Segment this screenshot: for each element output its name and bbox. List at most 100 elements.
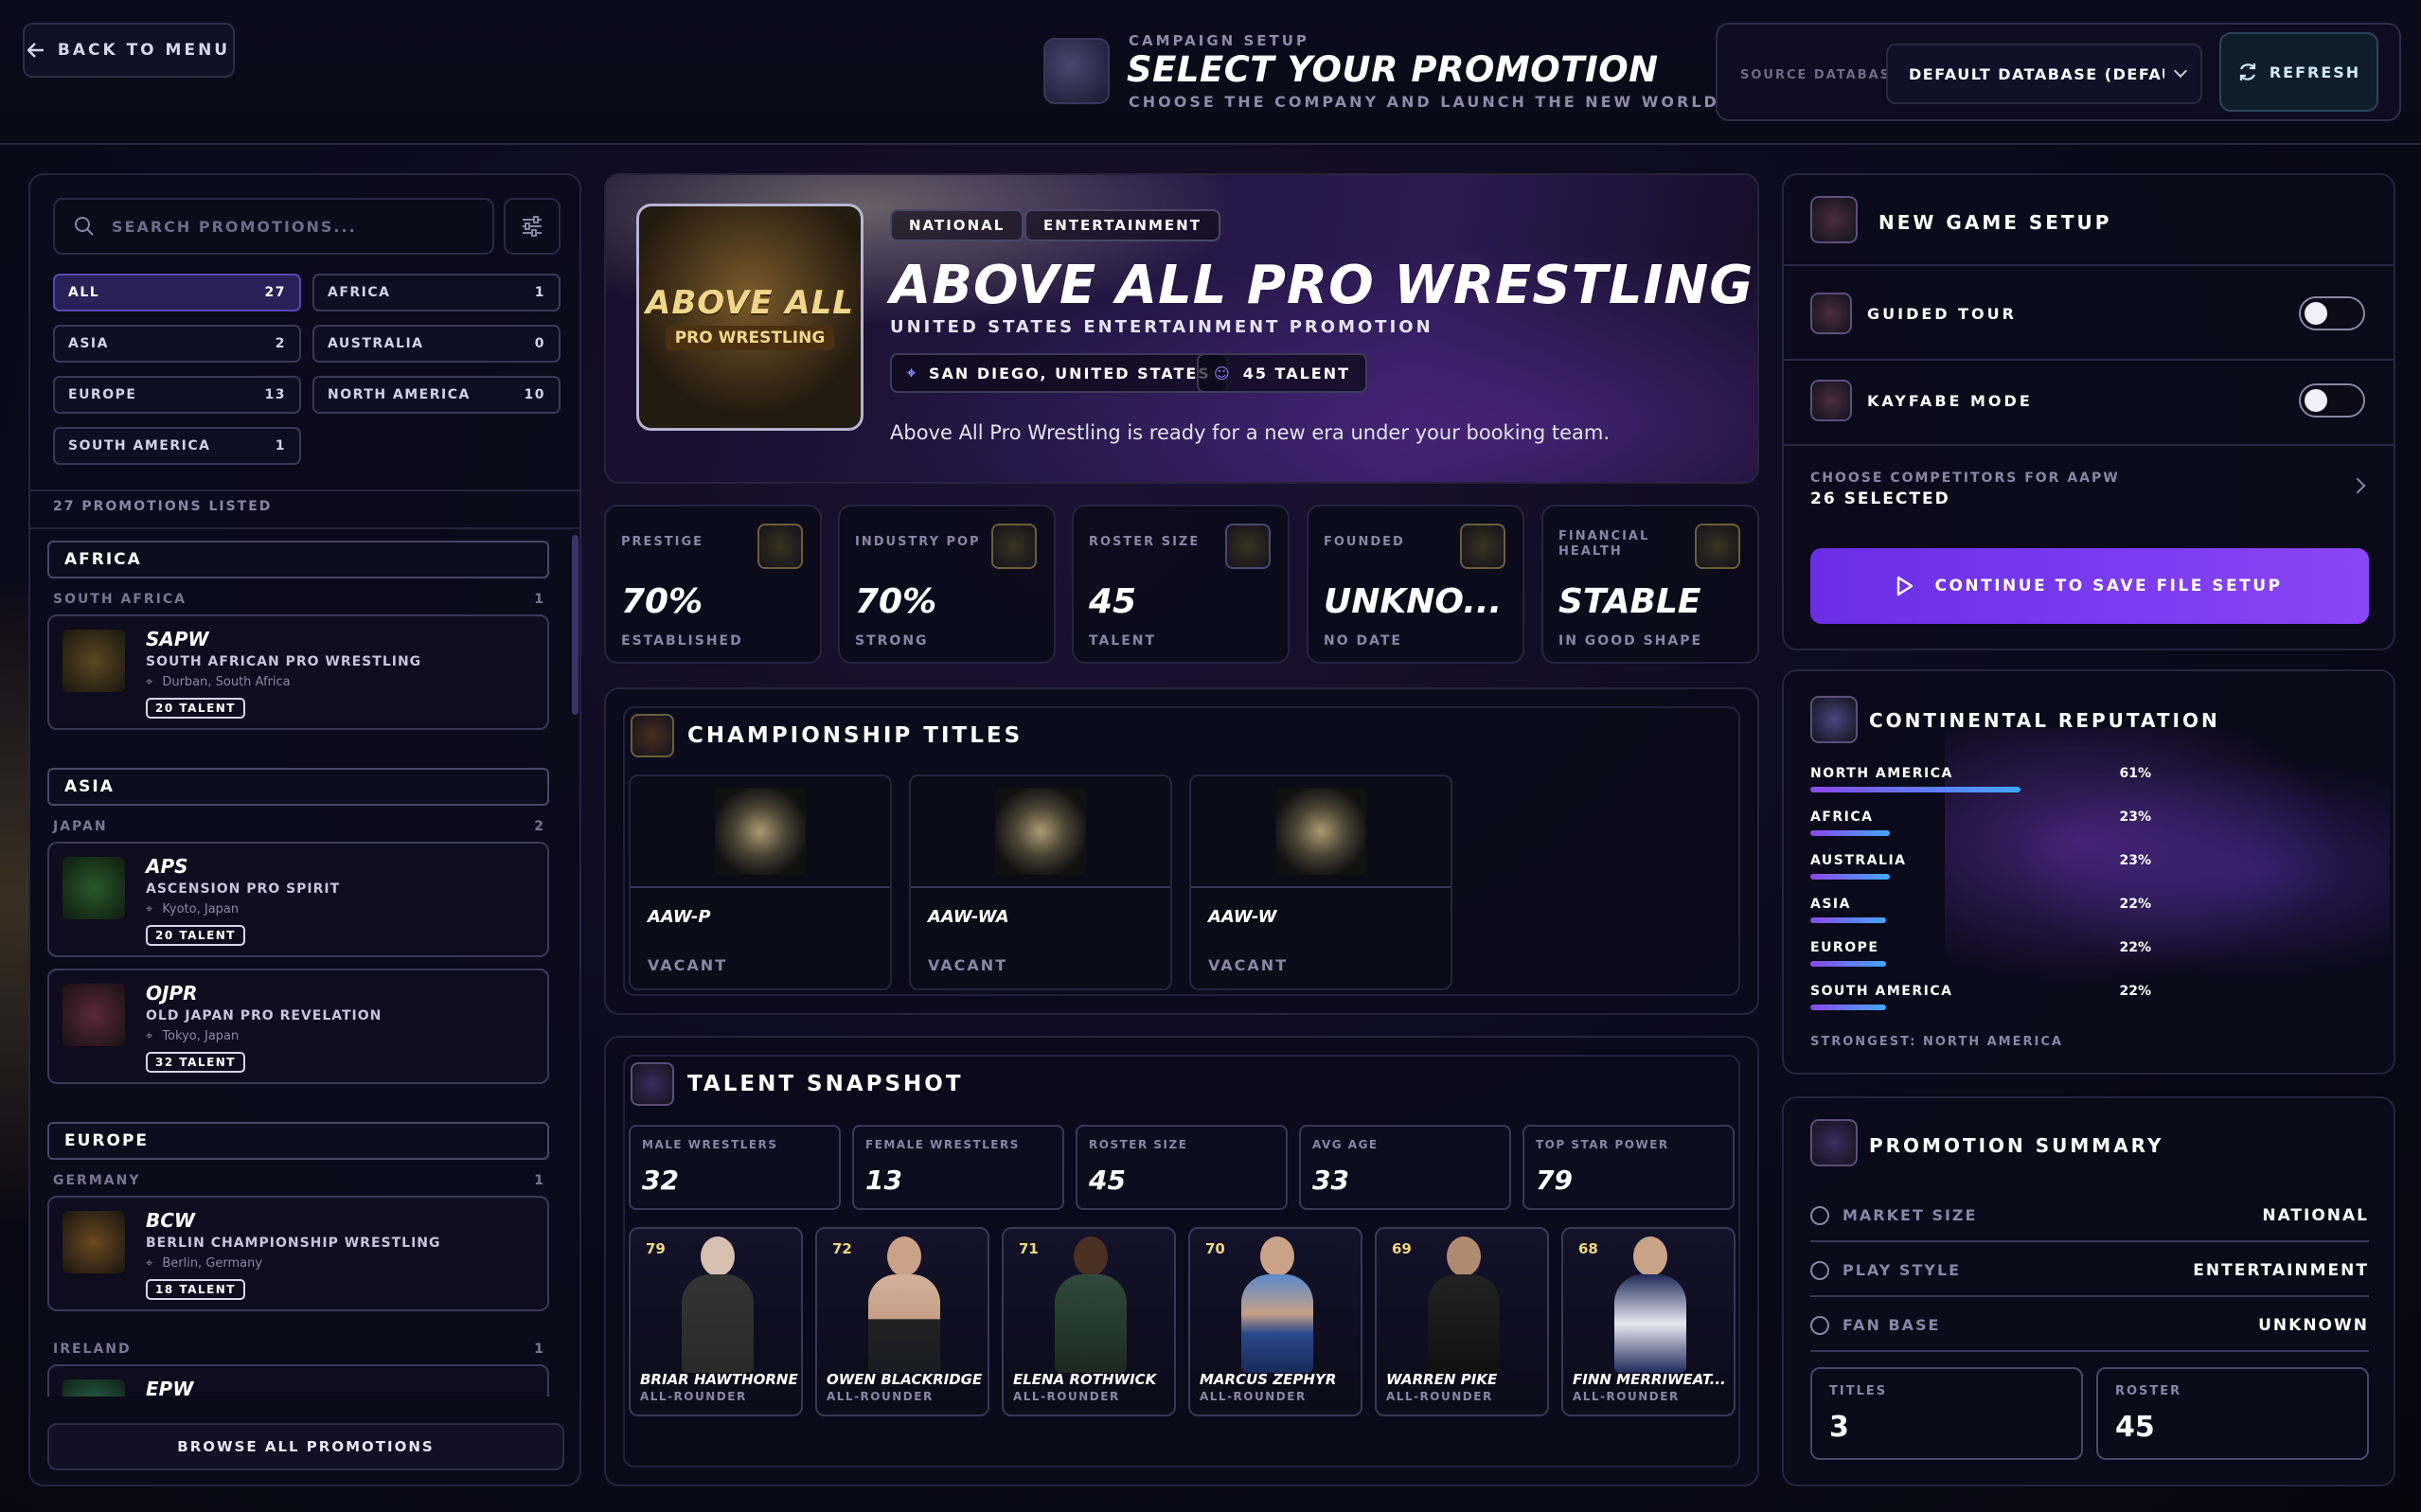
- competitors-value: 26 SELECTED: [1810, 489, 1950, 508]
- wrestler-role: ALL-ROUNDER: [1200, 1390, 1307, 1403]
- promotion-card-ojpr[interactable]: OJPR OLD JAPAN PRO REVELATION ⌖ Tokyo, Ja…: [47, 969, 549, 1084]
- kayfabe-mode-label: KAYFABE MODE: [1867, 392, 2033, 410]
- region-header-asia: ASIA: [47, 768, 549, 806]
- wrestler-name: FINN MERRIWEAT...: [1573, 1371, 1726, 1388]
- filter-chip-south-america[interactable]: SOUTH AMERICA 1: [53, 427, 301, 465]
- target-icon: [1810, 1261, 1829, 1280]
- chevron-right-icon: [2349, 477, 2366, 494]
- country-row: GERMANY 1: [53, 1173, 545, 1188]
- filter-settings-button[interactable]: [504, 198, 561, 255]
- wrestler-rating: 68: [1578, 1240, 1598, 1257]
- background-light-streak: [0, 568, 28, 1231]
- wrestler-role: ALL-ROUNDER: [1013, 1390, 1120, 1403]
- belt-code: AAW-WA: [928, 907, 1009, 927]
- promotion-hero: ABOVE ALL PRO WRESTLING NATIONAL ENTERTA…: [604, 173, 1759, 484]
- talent-stat-value: 32: [642, 1165, 679, 1196]
- wrestler-card[interactable]: 79 BRIAR HAWTHORNE ALL-ROUNDER: [629, 1227, 803, 1416]
- filter-chip-all[interactable]: ALL 27: [53, 274, 301, 311]
- promotion-card-aps[interactable]: APS ASCENSION PRO SPIRIT ⌖ Kyoto, Japan 2…: [47, 842, 549, 957]
- summary-roster-box: ROSTER 45: [2096, 1367, 2369, 1460]
- page-title: SELECT YOUR PROMOTION: [1127, 49, 1659, 90]
- talent-stat-value: 13: [865, 1165, 902, 1196]
- wrestler-card[interactable]: 72 OWEN BLACKRIDGE ALL-ROUNDER: [815, 1227, 989, 1416]
- browse-all-promotions-button[interactable]: BROWSE ALL PROMOTIONS: [47, 1423, 564, 1470]
- talent-stat-female: FEMALE WRESTLERS 13: [852, 1125, 1064, 1210]
- promotion-card-sapw[interactable]: SAPW SOUTH AFRICAN PRO WRESTLING ⌖ Durban…: [47, 614, 549, 730]
- promotion-list: AFRICA SOUTH AFRICA 1 SAPW SOUTH AFRICAN …: [30, 525, 579, 1396]
- country-row: IRELAND 1: [53, 1342, 545, 1357]
- promotion-card-epw[interactable]: EPW: [47, 1364, 549, 1396]
- guided-tour-label: GUIDED TOUR: [1867, 305, 2017, 323]
- continue-label: CONTINUE TO SAVE FILE SETUP: [1934, 577, 2283, 596]
- stat-sub: STRONG: [855, 633, 929, 649]
- country-name: IRELAND: [53, 1342, 132, 1357]
- location-pin-icon: ⌖: [907, 364, 918, 382]
- chip-count: 1: [275, 438, 286, 454]
- summary-titles-box: TITLES 3: [1810, 1367, 2083, 1460]
- location-pill: ⌖ SAN DIEGO, UNITED STATES: [890, 353, 1228, 393]
- header-kicker: CAMPAIGN SETUP: [1129, 32, 1309, 49]
- talent-stat-label: MALE WRESTLERS: [642, 1138, 778, 1151]
- promotion-location: ⌖ Berlin, Germany: [146, 1256, 262, 1271]
- wrestler-card[interactable]: 68 FINN MERRIWEAT... ALL-ROUNDER: [1561, 1227, 1736, 1416]
- belt-card-aaw-wa[interactable]: AAW-WA VACANT: [909, 774, 1172, 990]
- search-input[interactable]: SEARCH PROMOTIONS...: [53, 198, 494, 255]
- filter-chip-asia[interactable]: ASIA 2: [53, 325, 301, 363]
- region-percent: 22%: [2119, 940, 2151, 955]
- location-pin-icon: ⌖: [146, 675, 153, 689]
- promotion-name: SOUTH AFRICAN PRO WRESTLING: [146, 654, 422, 669]
- chip-label: AFRICA: [328, 285, 391, 300]
- page-subtitle: CHOOSE THE COMPANY AND LAUNCH THE NEW WO…: [1129, 93, 1802, 111]
- wrestler-name: ELENA ROTHWICK: [1013, 1371, 1157, 1388]
- wrestler-rating: 70: [1205, 1240, 1225, 1257]
- popularity-icon: [991, 524, 1037, 569]
- list-scrollbar[interactable]: [572, 535, 579, 715]
- source-database-select[interactable]: DEFAULT DATABASE (DEFAULT): [1886, 44, 2202, 104]
- chip-count: 27: [264, 285, 286, 300]
- kayfabe-mode-toggle[interactable]: [2299, 383, 2365, 418]
- talent-stat-label: AVG AGE: [1312, 1138, 1379, 1151]
- tag-national: NATIONAL: [890, 209, 1024, 241]
- filter-chip-north-america[interactable]: NORTH AMERICA 10: [312, 376, 561, 414]
- guided-tour-toggle[interactable]: [2299, 296, 2365, 330]
- back-to-menu-button[interactable]: BACK TO MENU: [23, 23, 235, 78]
- divider: [1784, 264, 2394, 266]
- back-button-label: BACK TO MENU: [57, 41, 231, 60]
- region-name: EUROPE: [1810, 940, 1879, 955]
- wrestler-card[interactable]: 69 WARREN PIKE ALL-ROUNDER: [1375, 1227, 1549, 1416]
- filter-chip-europe[interactable]: EUROPE 13: [53, 376, 301, 414]
- wrestler-card[interactable]: 71 ELENA ROTHWICK ALL-ROUNDER: [1002, 1227, 1176, 1416]
- promotion-subtitle: UNITED STATES ENTERTAINMENT PROMOTION: [890, 317, 1433, 337]
- stat-prestige: PRESTIGE 70% ESTABLISHED: [604, 505, 822, 664]
- globe-icon: [1810, 1206, 1829, 1225]
- belt-card-aaw-p[interactable]: AAW-P VACANT: [629, 774, 892, 990]
- talent-stat-label: FEMALE WRESTLERS: [865, 1138, 1020, 1151]
- refresh-button[interactable]: REFRESH: [2219, 32, 2378, 112]
- reputation-bar: [1810, 917, 1886, 923]
- chevron-down-icon: [2173, 63, 2188, 79]
- belt-status: VACANT: [648, 956, 728, 974]
- promotion-card-bcw[interactable]: BCW BERLIN CHAMPIONSHIP WRESTLING ⌖ Berli…: [47, 1196, 549, 1311]
- stat-value: 70%: [621, 582, 703, 621]
- promotions-listed-count: 27 PROMOTIONS LISTED: [53, 499, 273, 514]
- stat-financial-health: FINANCIAL HEALTH STABLE IN GOOD SHAPE: [1541, 505, 1759, 664]
- refresh-icon: [2239, 63, 2255, 80]
- continue-button[interactable]: CONTINUE TO SAVE FILE SETUP: [1810, 548, 2369, 624]
- region-percent: 61%: [2119, 766, 2151, 781]
- filter-chip-australia[interactable]: AUSTRALIA 0: [312, 325, 561, 363]
- country-name: GERMANY: [53, 1173, 141, 1188]
- stat-sub: IN GOOD SHAPE: [1558, 633, 1703, 649]
- filter-chip-africa[interactable]: AFRICA 1: [312, 274, 561, 311]
- logo-text-main: ABOVE ALL: [646, 284, 854, 322]
- users-icon: ☺: [1214, 364, 1232, 382]
- wrestler-card[interactable]: 70 MARCUS ZEPHYR ALL-ROUNDER: [1188, 1227, 1362, 1416]
- choose-competitors-row[interactable]: CHOOSE COMPETITORS FOR AAPW 26 SELECTED: [1784, 450, 2394, 525]
- belt-card-aaw-w[interactable]: AAW-W VACANT: [1189, 774, 1452, 990]
- location-pin-icon: ⌖: [146, 1029, 153, 1043]
- country-count: 1: [534, 1173, 545, 1188]
- country-row: SOUTH AFRICA 1: [53, 592, 545, 607]
- location-text: Durban, South Africa: [162, 675, 291, 689]
- belt-code: AAW-P: [648, 907, 711, 927]
- campaign-globe-icon: [1043, 38, 1110, 104]
- belt-code: AAW-W: [1208, 907, 1277, 927]
